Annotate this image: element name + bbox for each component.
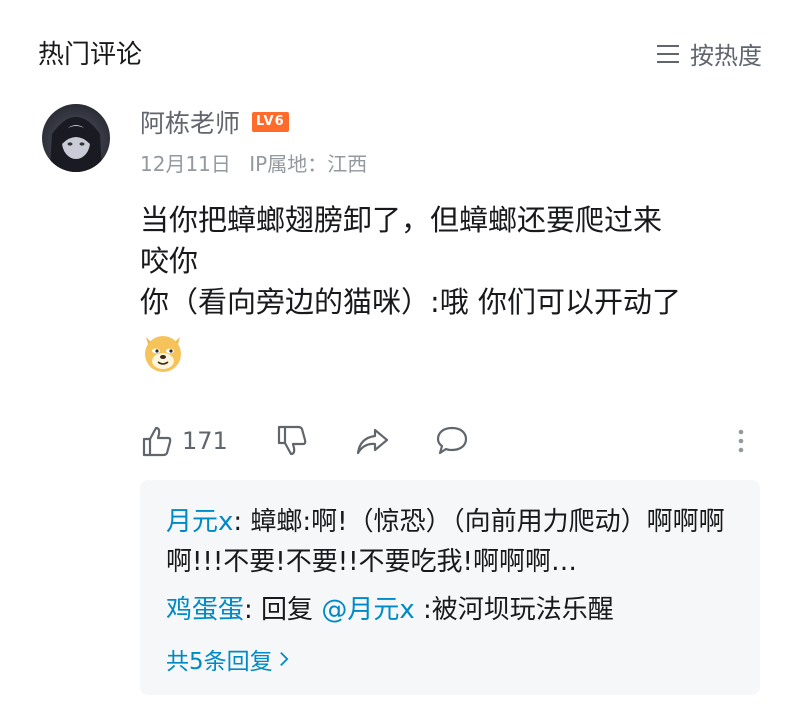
section-title: 热门评论 bbox=[38, 40, 143, 70]
comment-line: 咬你 bbox=[140, 244, 199, 278]
reply-username[interactable]: 鸡蛋蛋 bbox=[166, 595, 244, 625]
comment-bubble-icon bbox=[436, 426, 468, 455]
comment-body: 当你把蟑螂翅膀卸了，但蟑螂还要爬过来 咬你 你（看向旁边的猫咪）:哦 你们可以开… bbox=[140, 200, 780, 375]
share-icon bbox=[356, 428, 389, 455]
share-button[interactable] bbox=[355, 418, 389, 464]
reply-item[interactable]: 鸡蛋蛋: 回复 @月元x :被河坝玩法乐醒 bbox=[166, 590, 746, 630]
reply-username[interactable]: 月元x bbox=[166, 507, 233, 537]
avatar[interactable] bbox=[42, 104, 110, 172]
chevron-right-icon bbox=[279, 651, 289, 667]
comment-author-row: 阿栋老师 LV6 bbox=[140, 104, 289, 140]
reply-prefix: : 回复 bbox=[244, 595, 322, 625]
view-more-replies-link[interactable]: 共5条回复 bbox=[166, 642, 289, 676]
reply-preview-box[interactable]: 月元x: 蟑螂:啊!（惊恐）（向前用力爬动）啊啊啊啊!!!不要!不要!!不要吃我… bbox=[140, 480, 760, 695]
sort-button[interactable]: 按热度 bbox=[656, 36, 762, 71]
comment-actions: 171 bbox=[140, 418, 760, 464]
like-button[interactable]: 171 bbox=[140, 418, 228, 464]
reply-item[interactable]: 月元x: 蟑螂:啊!（惊恐）（向前用力爬动）啊啊啊啊!!!不要!不要!!不要吃我… bbox=[166, 502, 746, 582]
doge-emoji-icon bbox=[145, 336, 181, 372]
thumbs-down-icon bbox=[277, 425, 307, 456]
more-options-button[interactable] bbox=[736, 418, 746, 464]
vertical-dots-icon bbox=[738, 429, 744, 453]
like-count: 171 bbox=[182, 427, 228, 455]
comments-header: 热门评论 按热度 bbox=[0, 0, 800, 100]
more-replies-label: 共5条回复 bbox=[166, 649, 273, 675]
avatar-image bbox=[50, 117, 102, 172]
comment-meta: 12月11日 IP属地：江西 bbox=[140, 148, 367, 177]
dislike-button[interactable] bbox=[275, 418, 309, 464]
reply-mention[interactable]: @月元x bbox=[321, 595, 414, 625]
sort-label: 按热度 bbox=[690, 42, 762, 70]
username[interactable]: 阿栋老师 bbox=[140, 104, 240, 140]
menu-lines-icon bbox=[657, 44, 679, 63]
reply-text: :被河坝玩法乐醒 bbox=[414, 595, 614, 625]
level-badge: LV6 bbox=[252, 112, 289, 132]
comment-line: 你（看向旁边的猫咪）:哦 你们可以开动了 bbox=[140, 285, 681, 319]
reply-text: : 蟑螂:啊!（惊恐）（向前用力爬动）啊啊啊啊!!!不要!不要!!不要吃我!啊啊… bbox=[166, 507, 725, 577]
thumbs-up-icon bbox=[142, 426, 172, 457]
comment-line: 当你把蟑螂翅膀卸了，但蟑螂还要爬过来 bbox=[140, 203, 663, 237]
comment-date: 12月11日 bbox=[140, 152, 231, 176]
ip-location: IP属地：江西 bbox=[249, 152, 368, 176]
reply-button[interactable] bbox=[435, 418, 469, 464]
